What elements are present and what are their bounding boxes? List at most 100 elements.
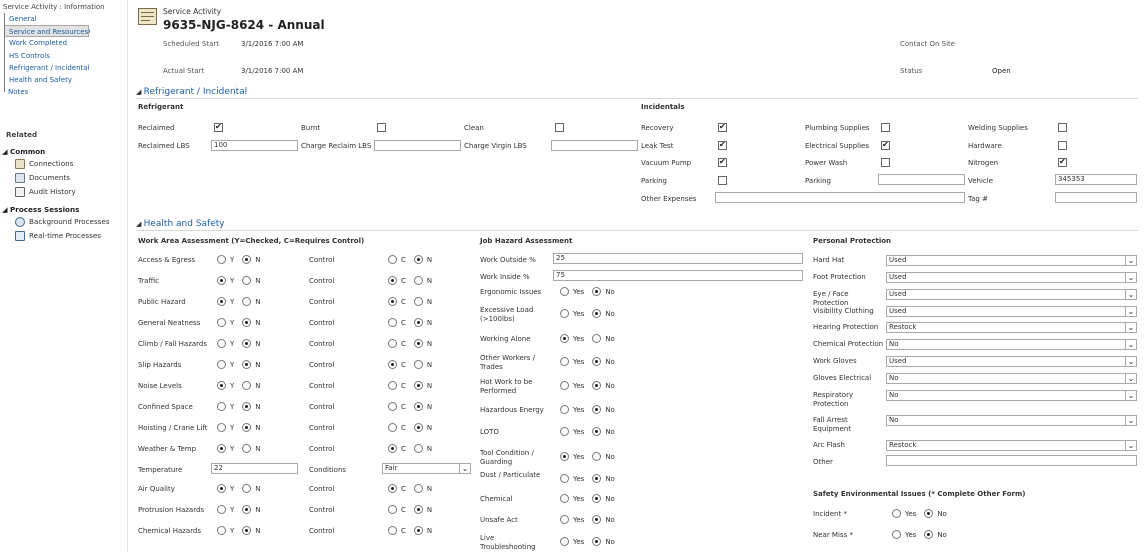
job-hazard-radio[interactable]: Yes No (560, 334, 623, 343)
job-hazard-radio[interactable]: Yes No (560, 287, 623, 296)
incident-yes-radio[interactable] (892, 509, 901, 518)
control-c-option[interactable]: C (388, 402, 406, 411)
no-option[interactable]: No (592, 334, 615, 343)
yes-radio[interactable] (560, 515, 569, 524)
control-c-radio[interactable] (388, 402, 397, 411)
control-c-radio[interactable] (388, 444, 397, 453)
control-n-option[interactable]: N (413, 318, 432, 327)
nav-general[interactable]: General (4, 13, 126, 26)
no-radio[interactable] (242, 318, 252, 327)
control-n-radio[interactable] (413, 505, 423, 514)
no-radio[interactable] (242, 360, 252, 369)
work-area-yn-radio[interactable]: YN (217, 402, 269, 411)
control-c-option[interactable]: C (388, 255, 406, 264)
control-cn-radio[interactable]: CN (388, 505, 440, 514)
yes-radio[interactable] (560, 287, 569, 296)
work-area-yn-radio[interactable]: YN (217, 423, 269, 432)
no-radio[interactable] (242, 381, 252, 390)
job-hazard-radio[interactable]: Yes No (560, 309, 623, 318)
yes-option[interactable]: Y (217, 276, 234, 285)
job-hazard-radio[interactable]: Yes No (560, 474, 623, 483)
yes-option[interactable]: Y (217, 318, 234, 327)
control-cn-radio[interactable]: CN (388, 526, 440, 535)
control-c-radio[interactable] (388, 255, 397, 264)
leak-test-checkbox[interactable] (718, 140, 727, 150)
yes-radio[interactable] (217, 402, 226, 411)
yes-radio[interactable] (217, 339, 226, 348)
electrical-supplies-checkbox[interactable] (881, 140, 890, 150)
no-option[interactable]: N (242, 505, 261, 514)
control-n-option[interactable]: N (413, 484, 432, 493)
yes-radio[interactable] (560, 309, 569, 318)
control-n-radio[interactable] (413, 423, 423, 432)
no-radio[interactable] (592, 515, 602, 524)
yes-option[interactable]: Y (217, 444, 234, 453)
yes-radio[interactable] (560, 334, 569, 343)
yes-radio[interactable] (217, 276, 226, 285)
control-n-radio[interactable] (413, 484, 423, 493)
yes-radio[interactable] (217, 360, 226, 369)
control-n-radio[interactable] (413, 444, 423, 453)
no-radio[interactable] (592, 494, 602, 503)
protection-select[interactable]: No ⌄ (886, 373, 1137, 384)
no-radio[interactable] (242, 505, 252, 514)
yes-option[interactable]: Y (217, 297, 234, 306)
work-area-yn-radio[interactable]: YN (217, 339, 269, 348)
yes-option[interactable]: Yes (560, 427, 584, 436)
protection-select[interactable]: No ⌄ (886, 415, 1137, 426)
control-cn-radio[interactable]: CN (388, 423, 440, 432)
yes-option[interactable]: Y (217, 255, 234, 264)
work-area-yn-radio[interactable]: YN (217, 255, 269, 264)
job-hazard-radio[interactable]: Yes No (560, 452, 623, 461)
no-option[interactable]: N (242, 423, 261, 432)
actual-start-value[interactable]: 3/1/2016 7:00 AM (241, 67, 303, 75)
reclaimed-lbs-input[interactable]: 100 (211, 140, 298, 151)
refrigerant-section-header[interactable]: ◢ Refrigerant / Incidental (136, 87, 247, 97)
control-n-option[interactable]: N (413, 402, 432, 411)
yes-option[interactable]: Yes (560, 334, 584, 343)
control-c-radio[interactable] (388, 423, 397, 432)
no-radio[interactable] (592, 357, 602, 366)
no-option[interactable]: No (592, 515, 615, 524)
yes-option[interactable]: Yes (560, 494, 584, 503)
yes-radio[interactable] (217, 318, 226, 327)
recovery-checkbox[interactable] (718, 122, 727, 132)
control-n-radio[interactable] (413, 297, 423, 306)
protection-select[interactable]: Restock ⌄ (886, 440, 1137, 451)
control-c-option[interactable]: C (388, 276, 406, 285)
yes-option[interactable]: Yes (560, 309, 584, 318)
control-cn-radio[interactable]: CN (388, 297, 440, 306)
control-n-radio[interactable] (413, 526, 423, 535)
protection-select[interactable]: Used ⌄ (886, 356, 1137, 367)
work-area-yn-radio[interactable]: YN (217, 505, 269, 514)
yes-option[interactable]: Yes (560, 357, 584, 366)
yes-radio[interactable] (560, 494, 569, 503)
yes-option[interactable]: Yes (560, 452, 584, 461)
control-n-option[interactable]: N (413, 276, 432, 285)
no-radio[interactable] (242, 444, 252, 453)
documents-link[interactable]: Documents (15, 171, 70, 184)
work-area-yn-radio[interactable]: YN (217, 318, 269, 327)
no-option[interactable]: N (242, 255, 261, 264)
yes-option[interactable]: Y (217, 484, 234, 493)
background-processes-link[interactable]: Background Processes (15, 215, 110, 228)
no-radio[interactable] (242, 526, 252, 535)
no-option[interactable]: No (592, 494, 615, 503)
control-c-radio[interactable] (388, 318, 397, 327)
charge-virgin-lbs-input[interactable] (551, 140, 638, 151)
yes-option[interactable]: Yes (560, 405, 584, 414)
yes-radio[interactable] (560, 537, 569, 546)
no-radio[interactable] (592, 452, 602, 461)
control-c-radio[interactable] (388, 505, 397, 514)
no-radio[interactable] (592, 474, 602, 483)
work-inside-input[interactable]: 75 (553, 270, 803, 281)
no-option[interactable]: N (242, 484, 261, 493)
no-option[interactable]: No (592, 537, 615, 546)
no-radio[interactable] (592, 287, 602, 296)
no-radio[interactable] (242, 276, 252, 285)
control-n-radio[interactable] (413, 318, 423, 327)
control-c-option[interactable]: C (388, 339, 406, 348)
near-miss-yes-radio[interactable] (892, 530, 901, 539)
job-hazard-radio[interactable]: Yes No (560, 405, 623, 414)
no-option[interactable]: No (592, 381, 615, 390)
